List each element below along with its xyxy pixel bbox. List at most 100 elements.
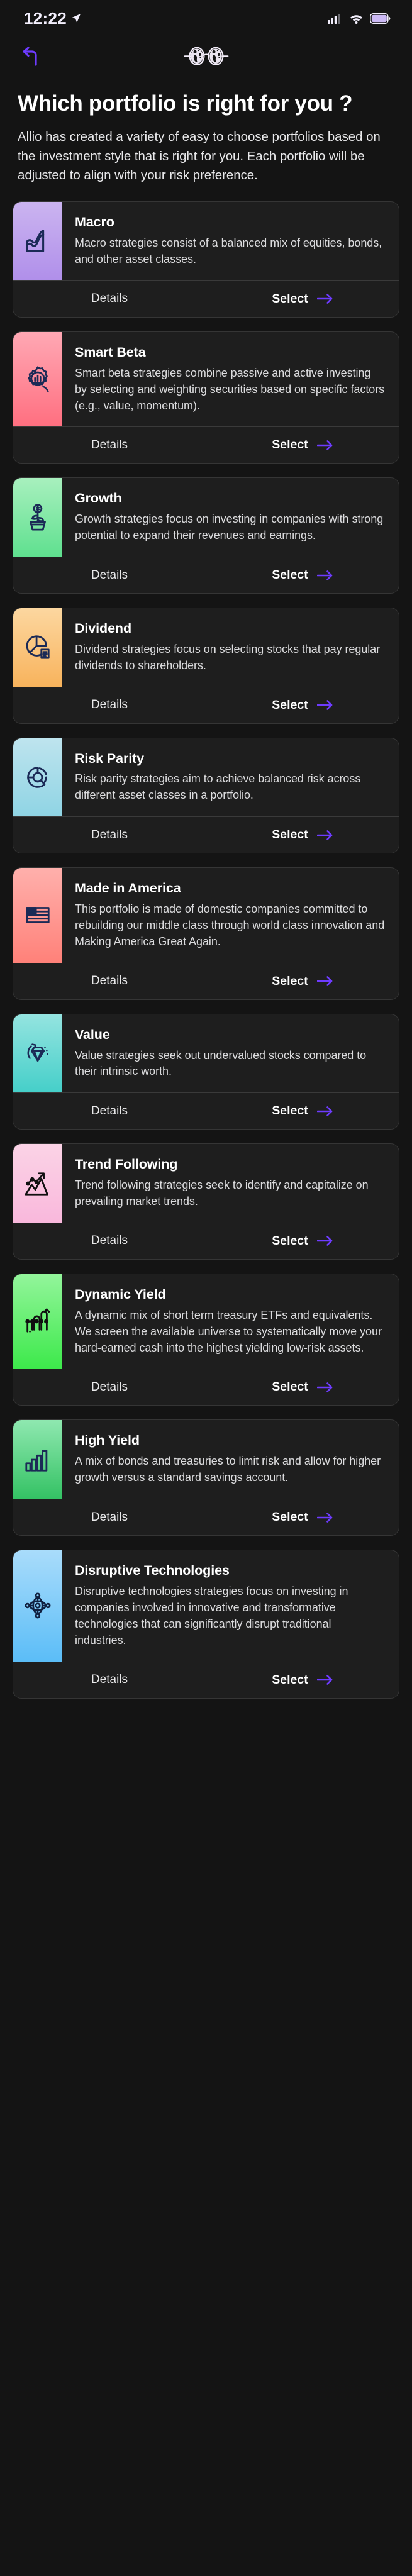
select-label: Select (272, 697, 308, 712)
portfolio-card-top: Smart Beta Smart beta strategies combine… (13, 331, 399, 427)
donut-segments-icon (23, 763, 52, 792)
portfolio-card[interactable]: High Yield A mix of bonds and treasuries… (13, 1419, 399, 1536)
portfolio-card[interactable]: Risk Parity Risk parity strategies aim t… (13, 737, 399, 854)
portfolio-icon-panel (13, 1144, 62, 1223)
atom-molecule-icon (23, 1591, 52, 1620)
select-button[interactable]: Select (206, 1093, 399, 1129)
portfolio-card-body: Dynamic Yield A dynamic mix of short ter… (62, 1274, 399, 1369)
portfolio-description: Growth strategies focus on investing in … (75, 513, 384, 542)
select-button[interactable]: Select (206, 687, 399, 723)
select-button[interactable]: Select (206, 1499, 399, 1535)
portfolio-card-top: Risk Parity Risk parity strategies aim t… (13, 738, 399, 817)
portfolio-name: Trend Following (75, 1157, 178, 1172)
arrow-right-icon (316, 440, 333, 451)
select-label: Select (272, 1233, 308, 1248)
details-button[interactable]: Details (13, 427, 206, 463)
wifi-icon (350, 14, 362, 24)
portfolio-card-footer: Details Select (13, 280, 399, 317)
portfolio-card[interactable]: Dividend Dividend strategies focus on se… (13, 608, 399, 724)
portfolio-card-footer: Details Select (13, 1092, 399, 1129)
arrow-right-icon (316, 830, 333, 841)
back-button[interactable] (21, 46, 43, 67)
select-label: Select (272, 974, 308, 988)
portfolio-card-body: Smart Beta Smart beta strategies combine… (62, 332, 399, 427)
details-button[interactable]: Details (13, 1499, 206, 1535)
select-label: Select (272, 1510, 308, 1524)
portfolio-card[interactable]: Macro Macro strategies consist of a bala… (13, 201, 399, 318)
details-button[interactable]: Details (13, 1223, 206, 1259)
details-button[interactable]: Details (13, 687, 206, 723)
portfolio-description: A mix of bonds and treasuries to limit r… (75, 1455, 381, 1484)
select-button[interactable]: Select (206, 817, 399, 853)
details-label: Details (91, 568, 128, 582)
page-title: Which portfolio is right for you ? (18, 91, 353, 116)
arrow-right-icon (316, 1512, 333, 1523)
portfolio-icon-panel (13, 202, 62, 280)
mountain-trend-arrow-icon (23, 1169, 52, 1198)
portfolio-card-top: Growth Growth strategies focus on invest… (13, 478, 399, 557)
portfolio-card-body: Value Value strategies seek out underval… (62, 1014, 399, 1093)
portfolio-card-top: Made in America This portfolio is made o… (13, 868, 399, 963)
details-label: Details (91, 1510, 128, 1524)
portfolio-card-top: Value Value strategies seek out underval… (13, 1014, 399, 1093)
details-button[interactable]: Details (13, 281, 206, 317)
back-arrow-icon (23, 47, 37, 66)
portfolio-description: Dividend strategies focus on selecting s… (75, 642, 381, 672)
page-subtitle: Allio has created a variety of easy to c… (18, 130, 381, 182)
status-bar-left: 12:22 (24, 9, 81, 28)
portfolio-icon-panel (13, 331, 62, 427)
details-button[interactable]: Details (13, 1369, 206, 1405)
portfolio-card-body: Disruptive Technologies Disruptive techn… (62, 1550, 399, 1661)
select-button[interactable]: Select (206, 281, 399, 317)
portfolio-icon-panel (13, 868, 62, 963)
portfolio-icon-panel (13, 608, 62, 687)
select-label: Select (272, 291, 308, 306)
select-button[interactable]: Select (206, 1223, 399, 1259)
portfolio-card[interactable]: Value Value strategies seek out underval… (13, 1013, 399, 1130)
portfolio-name: Risk Parity (75, 750, 145, 766)
portfolio-card-footer: Details Select (13, 557, 399, 593)
portfolio-card-footer: Details Select (13, 1499, 399, 1535)
portfolio-icon-panel (13, 738, 62, 817)
portfolio-name: High Yield (75, 1433, 140, 1448)
details-button[interactable]: Details (13, 1662, 206, 1698)
select-button[interactable]: Select (206, 557, 399, 593)
portfolio-card[interactable]: Made in America This portfolio is made o… (13, 867, 399, 1000)
portfolio-name: Value (75, 1026, 110, 1042)
portfolio-card[interactable]: Growth Growth strategies focus on invest… (13, 477, 399, 594)
details-label: Details (91, 1234, 128, 1248)
portfolio-card-footer: Details Select (13, 1661, 399, 1698)
arrow-right-icon (316, 293, 333, 304)
portfolio-icon-panel (13, 478, 62, 557)
arrow-right-icon (316, 1235, 333, 1246)
arrow-right-icon (316, 1674, 333, 1685)
nav-bar (0, 36, 412, 77)
portfolio-description: Macro strategies consist of a balanced m… (75, 236, 382, 265)
details-button[interactable]: Details (13, 963, 206, 999)
money-plant-icon (23, 503, 52, 532)
details-button[interactable]: Details (13, 817, 206, 853)
portfolio-card[interactable]: Dynamic Yield A dynamic mix of short ter… (13, 1273, 399, 1406)
details-button[interactable]: Details (13, 1093, 206, 1129)
select-button[interactable]: Select (206, 1662, 399, 1698)
details-label: Details (91, 828, 128, 841)
portfolio-card-body: Made in America This portfolio is made o… (62, 868, 399, 963)
select-label: Select (272, 1380, 308, 1394)
portfolio-card[interactable]: Trend Following Trend following strategi… (13, 1143, 399, 1260)
portfolio-icon-panel (13, 1274, 62, 1369)
portfolio-card[interactable]: Disruptive Technologies Disruptive techn… (13, 1550, 399, 1699)
portfolio-card-top: Dynamic Yield A dynamic mix of short ter… (13, 1274, 399, 1369)
portfolio-card-body: Growth Growth strategies focus on invest… (62, 478, 399, 557)
select-button[interactable]: Select (206, 1369, 399, 1405)
diamond-gem-icon (23, 1039, 52, 1068)
portfolio-card[interactable]: Smart Beta Smart beta strategies combine… (13, 331, 399, 464)
portfolio-name: Disruptive Technologies (75, 1563, 230, 1579)
details-button[interactable]: Details (13, 557, 206, 593)
status-time: 12:22 (24, 8, 67, 28)
portfolio-card-body: Trend Following Trend following strategi… (62, 1144, 399, 1223)
select-button[interactable]: Select (206, 427, 399, 463)
select-button[interactable]: Select (206, 963, 399, 999)
status-bar-right (328, 13, 391, 24)
arrow-right-icon (316, 1382, 333, 1393)
portfolio-card-top: Macro Macro strategies consist of a bala… (13, 202, 399, 280)
